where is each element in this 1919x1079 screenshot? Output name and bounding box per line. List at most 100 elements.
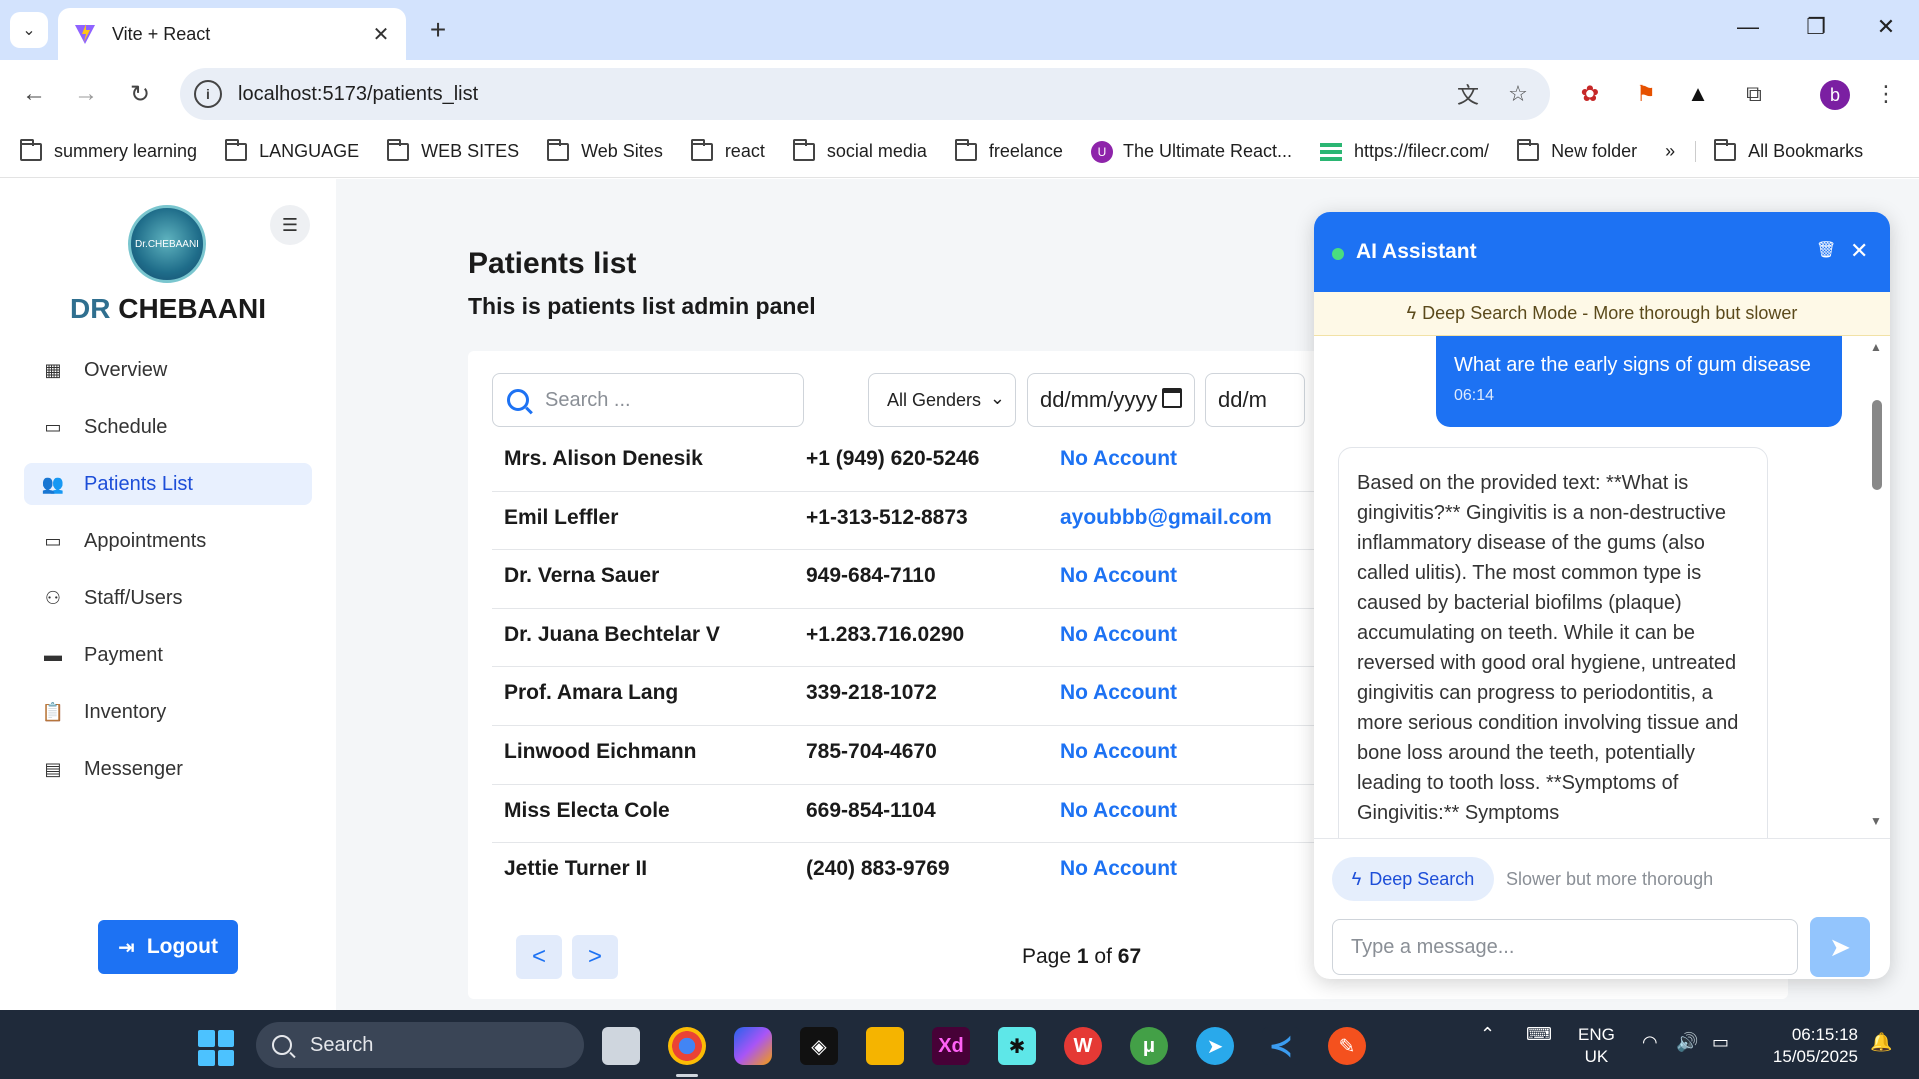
message-input[interactable]: Type a message...: [1332, 919, 1798, 975]
bookmark-folder[interactable]: LANGUAGE: [225, 138, 359, 162]
copilot-icon[interactable]: [734, 1027, 772, 1065]
next-page-button[interactable]: >: [572, 935, 618, 979]
volume-icon[interactable]: 🔊: [1676, 1032, 1698, 1053]
figma-icon[interactable]: ◈: [800, 1027, 838, 1065]
bookmark-folder[interactable]: WEB SITES: [387, 138, 519, 162]
bookmark-star-icon[interactable]: ☆: [1500, 76, 1536, 112]
account-link[interactable]: ayoubbb@gmail.com: [1060, 506, 1272, 530]
bookmark-folder[interactable]: social media: [792, 138, 927, 162]
account-link[interactable]: No Account: [1060, 740, 1177, 764]
restore-button[interactable]: ❐: [1796, 14, 1836, 40]
bookmark-folder[interactable]: summery learning: [20, 138, 197, 162]
windows-start-button[interactable]: [198, 1030, 234, 1066]
taskbar-search[interactable]: Search: [256, 1022, 584, 1068]
date-to-input[interactable]: dd/m: [1205, 373, 1305, 427]
account-link[interactable]: No Account: [1060, 857, 1177, 881]
battery-icon[interactable]: ▭: [1712, 1032, 1729, 1053]
site-info-icon[interactable]: i: [194, 80, 222, 108]
tab-title: Vite + React: [112, 23, 211, 44]
wps-office-icon[interactable]: W: [1064, 1027, 1102, 1065]
search-input[interactable]: Search ...: [492, 373, 804, 427]
react-course-icon: U: [1090, 140, 1113, 163]
keyboard-icon[interactable]: ⌨: [1526, 1024, 1552, 1045]
sidebar-item-payment[interactable]: ▬ Payment: [24, 634, 312, 676]
close-window-button[interactable]: ✕: [1866, 14, 1906, 40]
extension-2-icon[interactable]: ⚑: [1630, 78, 1662, 110]
notification-bell-icon[interactable]: 🔔: [1870, 1032, 1892, 1053]
close-tab-icon[interactable]: ✕: [368, 22, 394, 47]
account-link[interactable]: No Account: [1060, 564, 1177, 588]
url-text[interactable]: localhost:5173/patients_list: [238, 83, 1436, 106]
gender-filter-select[interactable]: All Genders ⌄: [868, 373, 1016, 427]
prev-page-button[interactable]: <: [516, 935, 562, 979]
group-icon: ⚇: [44, 587, 62, 608]
account-link[interactable]: No Account: [1060, 623, 1177, 647]
extension-3-icon[interactable]: ▲: [1682, 78, 1714, 110]
bookmark-link[interactable]: U The Ultimate React...: [1090, 140, 1292, 163]
tab-search-button[interactable]: ⌄: [10, 12, 48, 48]
lightning-icon: ϟ: [1351, 868, 1362, 889]
address-bar[interactable]: i localhost:5173/patients_list 文 ☆: [180, 68, 1550, 120]
extensions-puzzle-icon[interactable]: ⧉: [1738, 78, 1770, 110]
minimize-button[interactable]: —: [1728, 14, 1768, 40]
bookmark-folder[interactable]: freelance: [954, 138, 1063, 162]
reload-button[interactable]: ↻: [120, 74, 160, 114]
sidebar-item-staff-users[interactable]: ⚇ Staff/Users: [24, 577, 312, 619]
translate-icon[interactable]: 文: [1450, 76, 1486, 112]
file-explorer-icon[interactable]: [866, 1027, 904, 1065]
more-bookmarks-button[interactable]: »: [1665, 141, 1675, 162]
vscode-icon[interactable]: ≺: [1262, 1027, 1300, 1065]
bookmark-folder[interactable]: Web Sites: [547, 138, 663, 162]
logout-button[interactable]: ⇥ Logout: [98, 920, 238, 974]
browser-tab[interactable]: Vite + React ✕: [58, 8, 406, 60]
bookmark-folder[interactable]: New folder: [1517, 138, 1637, 162]
close-icon[interactable]: ✕: [1850, 238, 1868, 264]
sidebar-item-appointments[interactable]: ▭ Appointments: [24, 520, 312, 562]
telegram-icon[interactable]: ➤: [1196, 1027, 1234, 1065]
online-status-dot: [1332, 248, 1344, 260]
new-tab-button[interactable]: +: [420, 12, 456, 48]
trash-icon[interactable]: 🗑: [1816, 240, 1836, 260]
scrollbar-thumb[interactable]: [1872, 400, 1882, 490]
sidebar-item-schedule[interactable]: ▭ Schedule: [24, 406, 312, 448]
browser-menu-icon[interactable]: ⋮: [1870, 78, 1902, 110]
task-view-icon[interactable]: [602, 1027, 640, 1065]
chevron-up-icon[interactable]: ⌃: [1480, 1024, 1495, 1045]
wifi-icon[interactable]: ◠: [1642, 1032, 1658, 1053]
collapse-sidebar-button[interactable]: ☰: [270, 205, 310, 245]
forward-button[interactable]: →: [66, 74, 106, 114]
all-bookmarks-button[interactable]: All Bookmarks: [1695, 138, 1863, 162]
sidebar-item-messenger[interactable]: ▤ Messenger: [24, 748, 312, 790]
folder-icon: [387, 138, 410, 161]
date-from-input[interactable]: dd/mm/yyyy: [1027, 373, 1195, 427]
language-indicator[interactable]: ENG UK: [1578, 1024, 1615, 1068]
adobe-xd-icon[interactable]: Xd: [932, 1027, 970, 1065]
calendar-icon[interactable]: [1162, 388, 1182, 408]
bookmark-folder[interactable]: react: [690, 138, 765, 162]
profile-avatar[interactable]: b: [1820, 80, 1850, 110]
chrome-icon[interactable]: [668, 1027, 706, 1065]
chat-scrollbar[interactable]: ▲ ▼: [1870, 340, 1884, 830]
user-message: What are the early signs of gum disease …: [1436, 336, 1842, 427]
clock[interactable]: 06:15:18 15/05/2025: [1758, 1024, 1858, 1068]
scroll-down-icon[interactable]: ▼: [1870, 814, 1882, 828]
vite-favicon-icon: [72, 21, 98, 47]
sidebar-item-inventory[interactable]: 📋 Inventory: [24, 691, 312, 733]
pagination-info: Page 1 of 67: [1022, 945, 1142, 968]
account-link[interactable]: No Account: [1060, 447, 1177, 471]
back-button[interactable]: ←: [14, 74, 54, 114]
postman-icon[interactable]: ✎: [1328, 1027, 1366, 1065]
sidebar-item-patients-list[interactable]: 👥 Patients List: [24, 463, 312, 505]
account-link[interactable]: No Account: [1060, 799, 1177, 823]
deep-search-toggle[interactable]: ϟ Deep Search: [1332, 857, 1494, 901]
utorrent-icon[interactable]: μ: [1130, 1027, 1168, 1065]
scroll-up-icon[interactable]: ▲: [1870, 340, 1882, 354]
bookmark-link[interactable]: https://filecr.com/: [1320, 141, 1489, 162]
sidebar-item-overview[interactable]: ▦ Overview: [24, 349, 312, 391]
send-button[interactable]: ➤: [1810, 917, 1870, 977]
asterisk-app-icon[interactable]: ✱: [998, 1027, 1036, 1065]
chevron-double-right-icon: »: [1665, 141, 1676, 161]
extension-1-icon[interactable]: ✿: [1574, 78, 1606, 110]
lightning-icon: ϟ: [1406, 303, 1417, 323]
account-link[interactable]: No Account: [1060, 681, 1177, 705]
